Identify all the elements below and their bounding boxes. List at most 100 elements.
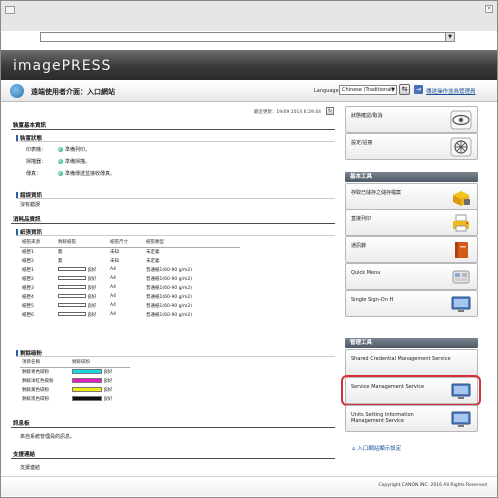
paper-remaining-text: 良好	[87, 285, 97, 291]
logout-link[interactable]: 傳送操作並為管理員	[426, 87, 476, 95]
table-row: 紙匣3 良好 A4 普通紙1(60-90 g/m2)	[20, 283, 240, 292]
status-scanner-text: 準備掃描。	[65, 159, 91, 165]
selection-highlight	[341, 375, 481, 406]
toner-swatch	[72, 386, 102, 392]
paper-level-bar	[58, 276, 86, 280]
paper-size: A4	[110, 276, 116, 281]
paper-size: A4	[110, 267, 116, 272]
monitor-icon	[451, 296, 471, 312]
single-sign-on-button[interactable]: Single Sign-On H	[345, 290, 478, 317]
admin-tools-heading: 管理工具	[345, 338, 478, 348]
chevron-down-icon: ▼	[391, 87, 395, 93]
paper-type: 普通紙1(60-90 g/m2)	[146, 285, 192, 291]
paper-info-heading: 紙張資訊	[16, 228, 335, 236]
direct-print-button[interactable]: 直接列印	[345, 209, 478, 236]
card-label: 狀態確認/取消	[351, 113, 383, 119]
toner-swatch	[72, 395, 102, 401]
toner-table: 項目名稱 剩餘碳粉 剩餘青色碳粉 良好 剩餘洋紅色碳粉 良好 剩餘黃色碳粉 良好 剩餘…	[20, 358, 130, 403]
quick-menu-icon	[452, 270, 470, 284]
table-row: 紙匣2 良好 A4 普通紙1(60-90 g/m2)	[20, 274, 240, 283]
column-header: 紙張來源	[20, 238, 56, 248]
table-row: 紙匣1 無 未知 未定義	[20, 247, 240, 256]
status-label-scanner: 掃描器：	[26, 159, 47, 165]
toner-level: 良好	[70, 394, 130, 403]
paper-remaining-text: 無	[58, 249, 63, 255]
page-footer: Copyright CANON INC. 2016 All Rights Res…	[1, 476, 497, 496]
status-printer: 準備列印。	[58, 146, 90, 153]
portal-display-settings-link[interactable]: ⌂ 入口網站顯示設定	[352, 444, 401, 452]
paper-type: 未定義	[146, 249, 160, 255]
imagepress-logo: imagePRESS	[13, 58, 112, 74]
toner-level: 良好	[70, 376, 130, 385]
error-info-text: 沒有錯誤	[20, 202, 41, 208]
copyright: Copyright CANON INC. 2016 All Rights Res…	[378, 483, 487, 488]
paper-remaining: 良好	[56, 274, 108, 283]
shared-credential-service-button[interactable]: Shared Credential Management Service	[345, 349, 478, 376]
toner-name: 剩餘洋紅色碳粉	[22, 378, 54, 384]
column-header: 剩餘碳粉	[70, 358, 130, 368]
card-label: Single Sign-On H	[351, 297, 394, 303]
status-ok-icon	[58, 159, 63, 164]
paper-remaining-text: 良好	[87, 267, 97, 273]
device-status-heading: 裝置狀態	[16, 134, 335, 142]
paper-level-bar	[58, 267, 86, 271]
quick-menu-button[interactable]: Quick Menu	[345, 263, 478, 290]
refresh-icon[interactable]: ↻	[326, 107, 334, 115]
paper-remaining-text: 良好	[87, 312, 97, 318]
message-board-text: 來自系統管理員的訊息。	[20, 434, 76, 440]
paper-remaining: 良好	[56, 301, 108, 310]
paper-type: 普通紙1(60-90 g/m2)	[146, 267, 192, 273]
paper-type: 普通紙1(60-90 g/m2)	[146, 312, 192, 318]
table-row: 剩餘黑色碳粉 良好	[20, 394, 130, 403]
address-dropdown-icon[interactable]: ▼	[445, 33, 454, 41]
toner-swatch	[72, 368, 102, 374]
status-ok-icon	[58, 147, 63, 152]
paper-size: A4	[110, 303, 116, 308]
toner-status: 良好	[103, 369, 113, 375]
status-fax-text: 準備傳送並接收傳真。	[65, 171, 116, 177]
settings-registration-button[interactable]: 設定/註冊	[345, 133, 478, 160]
paper-source: 紙匣1	[22, 267, 34, 273]
paper-size: 未知	[110, 249, 119, 255]
toner-swatch	[72, 377, 102, 383]
address-book-button[interactable]: 通訊錄	[345, 236, 478, 263]
column-header: 紙張尺寸	[108, 238, 144, 248]
portal-globe-icon	[10, 84, 24, 98]
status-fax: 準備傳送並接收傳真。	[58, 170, 115, 177]
paper-source: 紙匣4	[22, 294, 34, 300]
close-icon[interactable]: ×	[485, 5, 493, 13]
card-label: 直接列印	[351, 216, 372, 222]
toner-level: 良好	[70, 385, 130, 394]
toner-status: 良好	[103, 396, 113, 402]
paper-remaining: 良好	[56, 265, 108, 274]
last-updated: 最近更新：19/09 2014 6:29:44	[253, 110, 321, 115]
card-label: Shared Credential Management Service	[351, 356, 451, 362]
address-bar[interactable]: ▼	[40, 32, 455, 42]
column-header: 紙張類型	[144, 238, 240, 248]
logout-icon[interactable]: ⇥	[414, 85, 423, 94]
paper-remaining: 良好	[56, 292, 108, 301]
units-setting-service-button[interactable]: Units Setting Information Management Ser…	[345, 405, 478, 432]
column-header: 剩餘紙張	[56, 238, 108, 248]
paper-type: 普通紙1(60-90 g/m2)	[146, 294, 192, 300]
language-value: Chinese (Traditional)	[342, 87, 394, 93]
language-apply-button[interactable]: ⇆	[399, 84, 410, 95]
paper-table: 紙張來源 剩餘紙張 紙張尺寸 紙張類型 紙匣1 無未知 未定義 紙匣2 無未知 未定義 紙匣…	[20, 238, 240, 319]
home-icon: ⌂	[352, 446, 356, 452]
gear-wheel-icon	[450, 137, 472, 157]
card-label: Quick Menu	[351, 270, 381, 276]
support-link[interactable]: 支援連結	[20, 464, 40, 471]
storage-box-icon	[453, 191, 470, 206]
column-header: 項目名稱	[20, 358, 70, 368]
paper-size: A4	[110, 285, 116, 290]
table-header-row: 紙張來源 剩餘紙張 紙張尺寸 紙張類型	[20, 238, 240, 248]
paper-size: A4	[110, 294, 116, 299]
status-monitor-cancel-button[interactable]: 狀態確認/取消	[345, 106, 478, 133]
stored-files-button[interactable]: 存取已儲存之儲存檔案	[345, 183, 478, 210]
table-row: 紙匣6 良好 A4 普通紙1(60-90 g/m2)	[20, 310, 240, 319]
paper-source: 紙匣2	[22, 276, 34, 282]
paper-source: 紙匣6	[22, 312, 34, 318]
paper-source: 紙匣1	[22, 249, 34, 255]
card-label: Units Setting Information Management Ser…	[351, 412, 414, 424]
language-select[interactable]: Chinese (Traditional) ▼	[339, 85, 397, 95]
